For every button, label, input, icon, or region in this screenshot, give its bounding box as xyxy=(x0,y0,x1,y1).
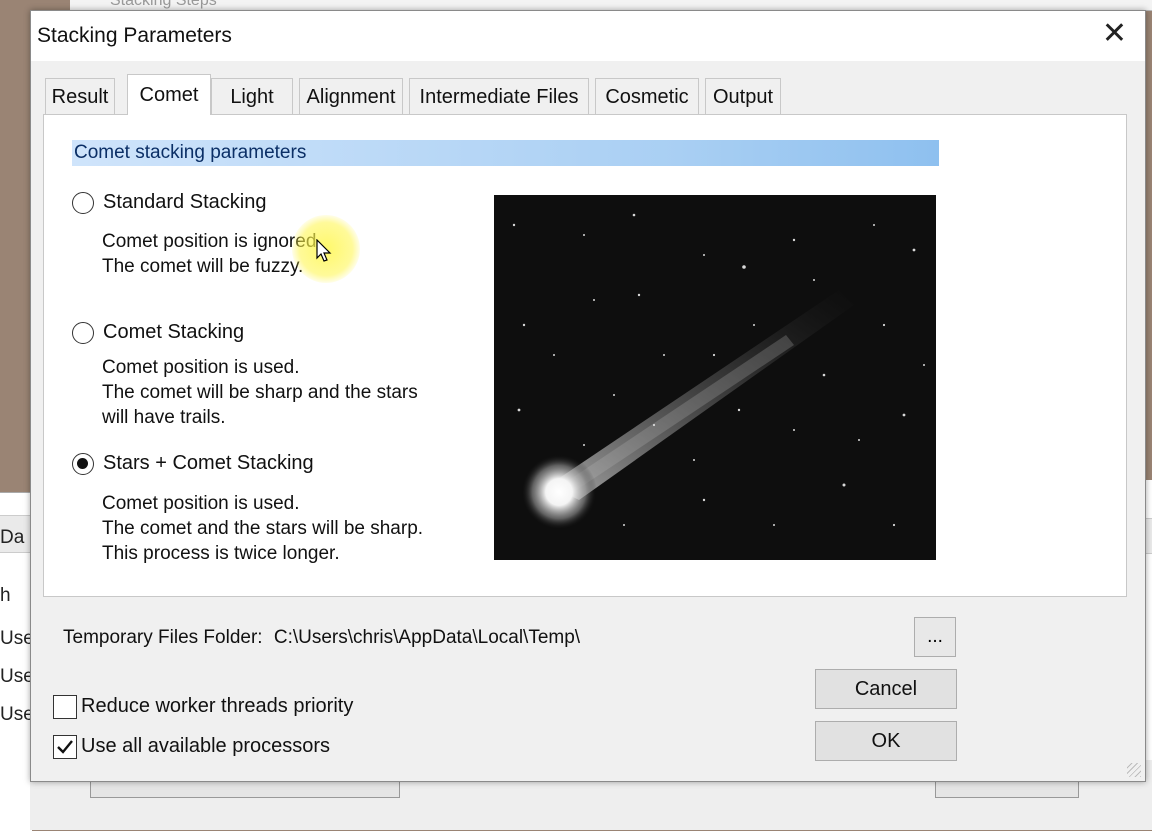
background-text: Da xyxy=(0,527,25,548)
description-line: This process is twice longer. xyxy=(102,543,340,564)
description-line: The comet and the stars will be sharp. xyxy=(102,518,424,539)
section-header: Comet stacking parameters xyxy=(72,140,939,166)
dialog-title: Stacking Parameters xyxy=(37,24,232,47)
temp-folder-path: C:\Users\chris\AppData\Local\Temp\ xyxy=(273,627,581,648)
reduce-priority-checkbox[interactable] xyxy=(53,695,77,719)
background-window-left: Da h Use Use Use xyxy=(0,492,34,831)
description-line: Comet position is used. xyxy=(102,357,300,378)
radio-button[interactable] xyxy=(72,192,94,214)
radio-label: Comet Stacking xyxy=(103,321,245,343)
close-icon[interactable]: ✕ xyxy=(1102,19,1127,49)
checkbox-label: Use all available processors xyxy=(81,735,331,757)
ok-button[interactable]: OK xyxy=(815,721,957,761)
background-text: h xyxy=(0,585,11,606)
temp-folder-row: Temporary Files Folder: C:\Users\chris\A… xyxy=(63,627,580,649)
mouse-cursor-icon xyxy=(316,239,332,262)
tab-result[interactable]: Result xyxy=(45,78,115,114)
radio-label: Standard Stacking xyxy=(103,191,267,213)
description-line: Comet position is ignored. xyxy=(102,231,322,252)
option-description: Comet position is used. The comet will b… xyxy=(102,355,418,430)
comet-tab-panel: Comet stacking parameters Standard Stack… xyxy=(43,114,1127,597)
description-line: The comet will be fuzzy. xyxy=(102,256,304,277)
background-text: Use xyxy=(0,628,34,649)
background-window-title: Stacking Steps xyxy=(110,0,217,9)
tab-intermediate-files[interactable]: Intermediate Files xyxy=(409,78,589,114)
radio-button[interactable] xyxy=(72,322,94,344)
browse-folder-button[interactable]: ... xyxy=(914,617,956,657)
comet-preview-image xyxy=(494,195,936,560)
option-description: Comet position is ignored. The comet wil… xyxy=(102,229,322,279)
description-line: The comet will be sharp and the stars xyxy=(102,382,418,403)
option-description: Comet position is used. The comet and th… xyxy=(102,491,423,566)
description-line: will have trails. xyxy=(102,407,226,428)
use-all-processors-checkbox[interactable] xyxy=(53,735,77,759)
description-line: Comet position is used. xyxy=(102,493,300,514)
tab-cosmetic[interactable]: Cosmetic xyxy=(595,78,699,114)
cancel-button[interactable]: Cancel xyxy=(815,669,957,709)
background-button xyxy=(935,780,1079,798)
tab-alignment[interactable]: Alignment xyxy=(299,78,403,114)
checkbox-label: Reduce worker threads priority xyxy=(81,695,354,717)
stacking-parameters-dialog: Stacking Parameters ✕ Result Comet Light… xyxy=(30,10,1146,782)
resize-grip-icon[interactable] xyxy=(1127,763,1141,777)
background-text: Use xyxy=(0,704,34,725)
radio-button[interactable] xyxy=(72,453,94,475)
temp-folder-label: Temporary Files Folder: xyxy=(63,627,263,648)
tab-comet[interactable]: Comet xyxy=(127,74,211,115)
radio-label: Stars + Comet Stacking xyxy=(103,452,314,474)
checkmark-icon xyxy=(57,740,73,754)
background-button xyxy=(90,780,400,798)
background-text: Use xyxy=(0,666,34,687)
title-bar: Stacking Parameters ✕ xyxy=(31,11,1145,61)
tab-light[interactable]: Light xyxy=(211,78,293,114)
tab-output[interactable]: Output xyxy=(705,78,781,114)
